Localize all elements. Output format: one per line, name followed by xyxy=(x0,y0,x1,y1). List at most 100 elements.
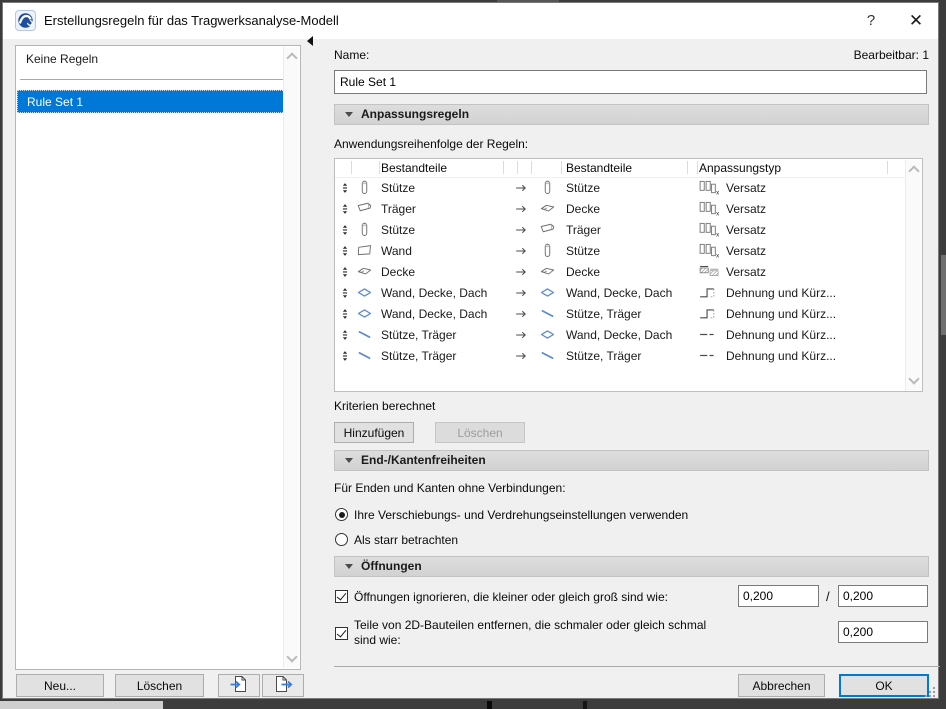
target-label: Stütze xyxy=(566,240,600,261)
table-scrollbar[interactable] xyxy=(905,160,921,390)
section-title: Anpassungsregeln xyxy=(361,107,469,121)
adjustment-type-icon xyxy=(699,282,723,303)
arrow-right-icon xyxy=(511,219,531,240)
radio-use-displacement-settings[interactable] xyxy=(335,508,348,521)
import-file-icon xyxy=(228,674,250,697)
radio-use-displacement-settings-label[interactable]: Ihre Verschiebungs- und Verdrehungseinst… xyxy=(354,508,688,522)
remove-width-input[interactable] xyxy=(838,621,928,643)
list-item-no-rules[interactable]: Keine Regeln xyxy=(16,46,281,72)
new-rule-set-button[interactable]: Neu... xyxy=(16,674,104,697)
table-row[interactable]: Stütze, Träger Wand, Decke, Dach Dehnung… xyxy=(335,324,906,345)
import-rule-set-button[interactable] xyxy=(218,674,260,697)
reorder-handle-icon[interactable] xyxy=(338,345,352,366)
source-element-icon xyxy=(352,324,376,345)
dialog-title: Erstellungsregeln für das Tragwerksanaly… xyxy=(44,13,339,28)
section-title: End-/Kantenfreiheiten xyxy=(361,453,486,467)
opening-size-input-1[interactable] xyxy=(738,585,819,607)
column-header-type[interactable]: Anpassungstyp xyxy=(699,161,781,175)
background-app-fragment xyxy=(487,701,492,709)
resize-grip[interactable] xyxy=(925,687,937,699)
table-row[interactable]: Decke Decke Versatz xyxy=(335,261,906,282)
radio-treat-as-rigid-label[interactable]: Als starr betrachten xyxy=(354,533,458,547)
source-label: Wand xyxy=(381,240,412,261)
add-rule-button[interactable]: Hinzufügen xyxy=(334,422,414,443)
export-rule-set-button[interactable] xyxy=(262,674,304,697)
adjustment-type-icon xyxy=(699,324,723,345)
target-element-icon xyxy=(535,177,559,198)
adjustment-type-icon: x xyxy=(699,219,723,240)
delete-rule-button: Löschen xyxy=(435,422,525,443)
adjustment-type-icon xyxy=(699,303,723,324)
reorder-handle-icon[interactable] xyxy=(338,324,352,345)
section-header-end-edge-freedom[interactable]: End-/Kantenfreiheiten xyxy=(334,450,929,471)
target-label: Stütze, Träger xyxy=(566,303,641,324)
scroll-up-icon[interactable] xyxy=(286,52,297,63)
adjustment-type-label: Versatz xyxy=(726,240,766,261)
section-title: Öffnungen xyxy=(361,559,422,573)
name-label: Name: xyxy=(334,48,369,62)
help-button[interactable]: ? xyxy=(858,9,884,33)
adjustment-type-icon: x xyxy=(699,198,723,219)
opening-size-input-2[interactable] xyxy=(838,585,928,607)
chevron-down-icon xyxy=(345,564,353,569)
section-header-adjustment-rules[interactable]: Anpassungsregeln xyxy=(334,104,929,125)
rule-list-scrollbar[interactable] xyxy=(283,47,299,668)
reorder-handle-icon[interactable] xyxy=(338,198,352,219)
table-row[interactable]: Stütze Stütze x Versatz xyxy=(335,177,906,198)
rule-set-list: Keine Regeln Rule Set 1 xyxy=(15,45,301,670)
close-button[interactable]: ✕ xyxy=(901,8,931,34)
adjustment-type-icon: x xyxy=(699,177,723,198)
ok-button[interactable]: OK xyxy=(839,674,929,697)
target-element-icon xyxy=(535,198,559,219)
scroll-up-icon[interactable] xyxy=(908,165,919,176)
cancel-button[interactable]: Abbrechen xyxy=(738,674,825,697)
chevron-down-icon xyxy=(345,112,353,117)
svg-text:x: x xyxy=(716,211,719,216)
adjustment-type-label: Versatz xyxy=(726,177,766,198)
background-app-fragment xyxy=(0,701,163,709)
footer-separator xyxy=(334,666,940,667)
checkbox-remove-2d-parts-label[interactable]: Teile von 2D-Bauteilen entfernen, die sc… xyxy=(354,618,726,648)
target-element-icon xyxy=(535,282,559,303)
target-label: Wand, Decke, Dach xyxy=(566,282,672,303)
checkbox-ignore-openings[interactable] xyxy=(335,590,348,603)
reorder-handle-icon[interactable] xyxy=(338,261,352,282)
panel-collapse-icon[interactable] xyxy=(307,36,313,46)
title-bar[interactable]: Erstellungsregeln für das Tragwerksanaly… xyxy=(3,3,938,39)
column-header-source[interactable]: Bestandteile xyxy=(381,161,447,175)
reorder-handle-icon[interactable] xyxy=(338,282,352,303)
table-row[interactable]: Wand, Decke, Dach Stütze, Träger Dehnung… xyxy=(335,303,906,324)
reorder-handle-icon[interactable] xyxy=(338,303,352,324)
table-row[interactable]: Träger Decke x Versatz xyxy=(335,198,906,219)
adjustment-type-label: Dehnung und Kürz... xyxy=(726,345,836,366)
source-label: Stütze xyxy=(381,219,415,240)
source-label: Stütze xyxy=(381,177,415,198)
checkbox-ignore-openings-label[interactable]: Öffnungen ignorieren, die kleiner oder g… xyxy=(354,590,668,604)
adjustment-type-icon xyxy=(699,345,723,366)
table-row[interactable]: Wand, Decke, Dach Wand, Decke, Dach Dehn… xyxy=(335,282,906,303)
radio-treat-as-rigid[interactable] xyxy=(335,533,348,546)
screen: Erstellungsregeln für das Tragwerksanaly… xyxy=(0,0,946,709)
table-row[interactable]: Stütze Träger x Versatz xyxy=(335,219,906,240)
scroll-down-icon[interactable] xyxy=(286,651,297,662)
arrow-right-icon xyxy=(511,303,531,324)
adjustment-type-label: Dehnung und Kürz... xyxy=(726,303,836,324)
adjustment-type-label: Dehnung und Kürz... xyxy=(726,282,836,303)
delete-rule-set-button[interactable]: Löschen xyxy=(115,674,204,697)
value-separator: / xyxy=(826,589,830,604)
column-header-target[interactable]: Bestandteile xyxy=(566,161,632,175)
reorder-handle-icon[interactable] xyxy=(338,177,352,198)
table-row[interactable]: Stütze, Träger Stütze, Träger Dehnung un… xyxy=(335,345,906,366)
target-label: Stütze xyxy=(566,177,600,198)
scroll-down-icon[interactable] xyxy=(908,373,919,384)
name-input[interactable] xyxy=(334,70,927,94)
section-header-openings[interactable]: Öffnungen xyxy=(334,556,929,577)
source-element-icon xyxy=(352,198,376,219)
list-item-rule-set-1[interactable]: Rule Set 1 xyxy=(17,90,285,113)
reorder-handle-icon[interactable] xyxy=(338,219,352,240)
source-label: Wand, Decke, Dach xyxy=(381,282,487,303)
export-file-icon xyxy=(272,674,294,697)
table-row[interactable]: Wand Stütze x Versatz xyxy=(335,240,906,261)
reorder-handle-icon[interactable] xyxy=(338,240,352,261)
checkbox-remove-2d-parts[interactable] xyxy=(335,627,348,640)
